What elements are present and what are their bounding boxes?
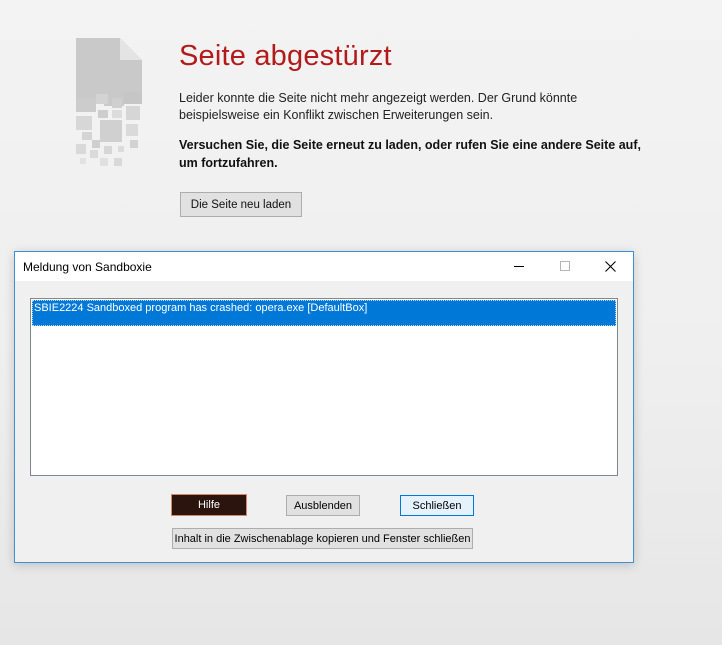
message-list[interactable]: SBIE2224 Sandboxed program has crashed: … bbox=[30, 298, 618, 476]
copy-and-close-button[interactable]: Inhalt in die Zwischenablage kopieren un… bbox=[172, 528, 473, 549]
sandboxie-message-dialog: Meldung von Sandboxie SBIE2224 Sandboxed… bbox=[14, 251, 634, 563]
hide-button[interactable]: Ausblenden bbox=[286, 495, 360, 516]
crashed-page-icon bbox=[74, 36, 146, 170]
list-item[interactable]: SBIE2224 Sandboxed program has crashed: … bbox=[32, 300, 616, 326]
page-title: Seite abgestürzt bbox=[179, 40, 392, 72]
minimize-icon bbox=[514, 266, 524, 267]
close-icon bbox=[605, 261, 616, 272]
crash-hint: Versuchen Sie, die Seite erneut zu laden… bbox=[179, 138, 641, 170]
help-button[interactable]: Hilfe bbox=[171, 494, 247, 516]
crash-description: Leider konnte die Seite nicht mehr angez… bbox=[179, 91, 578, 122]
dialog-title: Meldung von Sandboxie bbox=[23, 260, 152, 274]
minimize-button[interactable] bbox=[496, 252, 542, 281]
maximize-button bbox=[542, 252, 588, 281]
window-close-button[interactable] bbox=[587, 252, 633, 281]
reload-page-button[interactable]: Die Seite neu laden bbox=[180, 192, 302, 217]
maximize-icon bbox=[560, 261, 570, 271]
dialog-titlebar[interactable]: Meldung von Sandboxie bbox=[15, 252, 633, 281]
close-button[interactable]: Schließen bbox=[400, 495, 474, 516]
